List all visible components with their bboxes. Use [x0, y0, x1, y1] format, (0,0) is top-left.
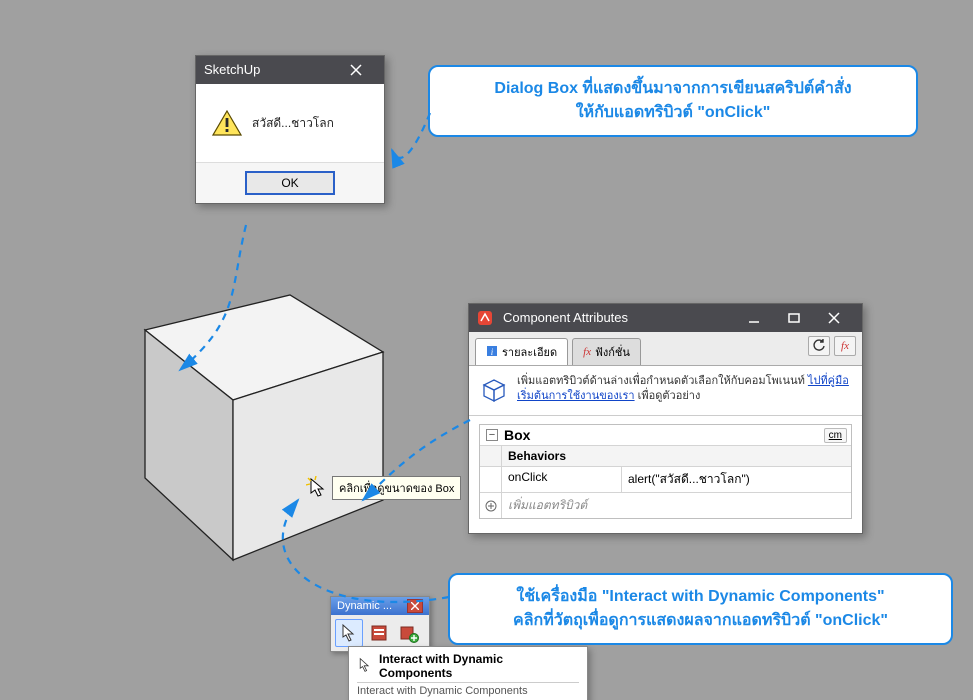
- warning-icon: [212, 110, 242, 136]
- tool-interact[interactable]: [335, 619, 363, 647]
- toolbar-title: Dynamic ...: [337, 600, 407, 612]
- close-icon[interactable]: [814, 304, 854, 332]
- dialog-message: สวัสดี...ชาวโลก: [252, 114, 334, 133]
- collapse-icon[interactable]: −: [486, 429, 498, 441]
- tab-functions[interactable]: fx ฟังก์ชั่น: [572, 338, 641, 365]
- dynamic-components-toolbar[interactable]: Dynamic ...: [330, 596, 430, 652]
- refresh-button[interactable]: [808, 336, 830, 356]
- unit-selector[interactable]: cm: [824, 428, 847, 443]
- info-text: เพิ่มแอตทริบิวต์ด้านล่างเพื่อกำหนดตัวเลื…: [517, 374, 852, 407]
- info-icon: i: [486, 345, 498, 360]
- attribute-grid: − Box cm Behaviors onClick alert("สวัสดี…: [479, 424, 852, 519]
- attr-value-onclick[interactable]: alert("สวัสดี...ชาวโลก"): [622, 467, 851, 492]
- app-icon: [477, 310, 493, 326]
- callout-text: ใช้เครื่องมือ "Interact with Dynamic Com…: [513, 588, 888, 629]
- component-box-3d[interactable]: [105, 260, 405, 580]
- sketchup-alert-dialog: SketchUp สวัสดี...ชาวโลก OK: [195, 55, 385, 204]
- tab-label: รายละเอียด: [502, 343, 557, 361]
- component-name: Box: [504, 427, 824, 443]
- window-titlebar[interactable]: Component Attributes: [469, 304, 862, 332]
- callout-text: Dialog Box ที่แสดงขึ้นมาจากการเขียนสคริป…: [494, 80, 851, 121]
- minimize-icon[interactable]: [734, 304, 774, 332]
- tab-detail[interactable]: i รายละเอียด: [475, 338, 568, 365]
- annotation-callout-bottom: ใช้เครื่องมือ "Interact with Dynamic Com…: [448, 573, 953, 645]
- close-icon[interactable]: [407, 599, 423, 613]
- section-behaviors: Behaviors: [502, 446, 572, 466]
- component-attributes-window: Component Attributes i รายละเอียด fx ฟัง…: [468, 303, 863, 534]
- tab-label: ฟังก์ชั่น: [595, 343, 630, 361]
- add-attribute-link[interactable]: เพิ่มแอตทริบิวต์: [502, 493, 851, 518]
- interact-cursor-icon: [306, 476, 330, 500]
- info-bar: เพิ่มแอตทริบิวต์ด้านล่างเพื่อกำหนดตัวเลื…: [469, 366, 862, 416]
- interact-cursor-icon: [357, 657, 373, 676]
- ok-button[interactable]: OK: [245, 171, 335, 195]
- tool-component-attributes[interactable]: [395, 619, 423, 647]
- maximize-icon[interactable]: [774, 304, 814, 332]
- toolbar-tooltip-card: Interact with Dynamic Components Interac…: [348, 646, 588, 700]
- dialog-titlebar[interactable]: SketchUp: [196, 56, 384, 84]
- tooltip-desc: Interact with Dynamic Components: [357, 682, 579, 697]
- toolbar-header[interactable]: Dynamic ...: [331, 597, 429, 615]
- dialog-title: SketchUp: [204, 56, 336, 84]
- toggle-formula-button[interactable]: fx: [834, 336, 856, 356]
- close-icon[interactable]: [336, 56, 376, 84]
- annotated-screenshot: SketchUp สวัสดี...ชาวโลก OK Dialog Box ท…: [0, 0, 973, 700]
- tool-component-options[interactable]: [365, 619, 393, 647]
- tooltip-title: Interact with Dynamic Components: [379, 652, 579, 680]
- wire-cube-icon: [479, 374, 509, 407]
- annotation-callout-top: Dialog Box ที่แสดงขึ้นมาจากการเขียนสคริป…: [428, 65, 918, 137]
- attr-name-onclick[interactable]: onClick: [502, 467, 622, 492]
- interact-cursor: คลิกเพื่อดูขนาดของ Box: [306, 476, 461, 500]
- tabs-bar: i รายละเอียด fx ฟังก์ชั่น fx: [469, 332, 862, 366]
- fx-icon: fx: [583, 346, 591, 358]
- window-title: Component Attributes: [497, 304, 734, 332]
- add-icon[interactable]: [480, 493, 502, 518]
- cursor-tooltip: คลิกเพื่อดูขนาดของ Box: [332, 476, 461, 500]
